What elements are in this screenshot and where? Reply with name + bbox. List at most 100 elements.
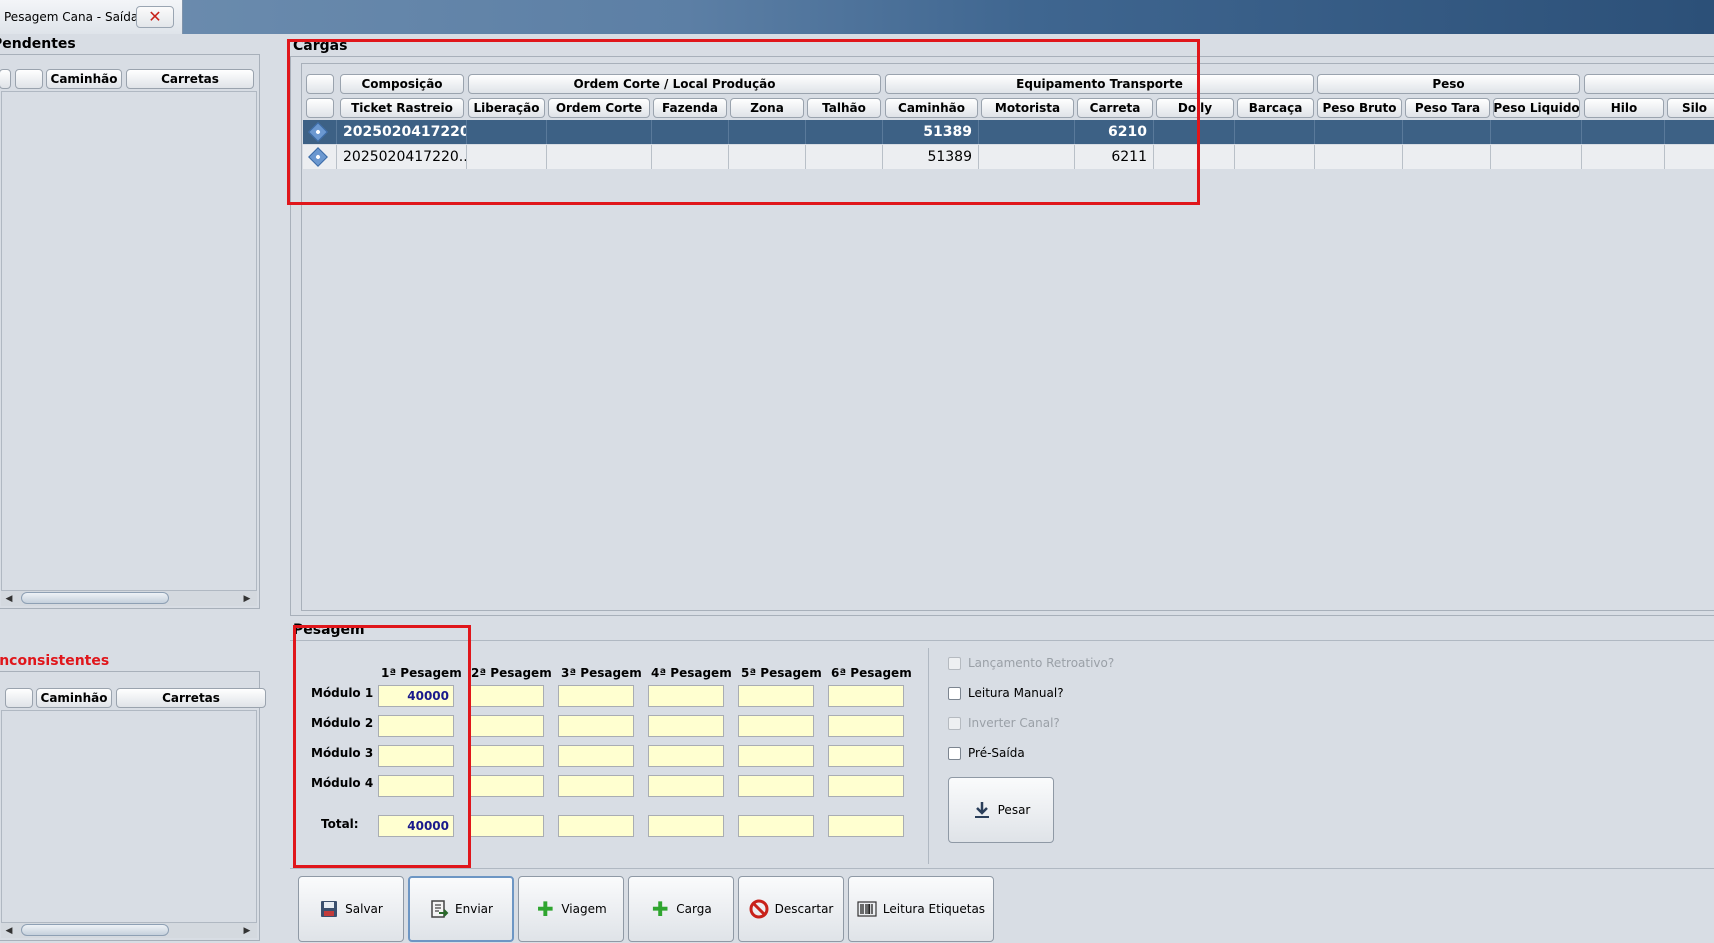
cargas-col-dolly[interactable]: Dolly: [1156, 98, 1234, 118]
cargas-col-motorista[interactable]: Motorista: [981, 98, 1074, 118]
cargas-group-peso[interactable]: Peso: [1317, 74, 1580, 94]
download-icon: [972, 800, 992, 820]
inconsistentes-col-0[interactable]: [5, 688, 33, 708]
leitura-manual-checkbox[interactable]: Leitura Manual?: [948, 686, 1064, 700]
cell-ordem-corte: [547, 120, 652, 144]
carga-button[interactable]: ✚ Carga: [628, 876, 734, 942]
modulo-3-pesagem-2[interactable]: [468, 745, 544, 767]
cargas-group-5[interactable]: [1584, 74, 1714, 94]
modulo-1-pesagem-3[interactable]: [558, 685, 634, 707]
cell-barcaca: [1235, 120, 1315, 144]
cargas-col-liberacao[interactable]: Liberação: [468, 98, 545, 118]
pendentes-col-0[interactable]: [0, 69, 11, 89]
lancamento-retroativo-checkbox[interactable]: Lançamento Retroativo?: [948, 656, 1114, 670]
close-icon[interactable]: ✕: [136, 6, 174, 28]
modulo-2-pesagem-5[interactable]: [738, 715, 814, 737]
cell-carreta: 6210: [1075, 120, 1154, 144]
cargas-col-icon[interactable]: [306, 98, 334, 118]
modulo-2-pesagem-1[interactable]: [378, 715, 454, 737]
modulo-4-pesagem-5[interactable]: [738, 775, 814, 797]
checkbox-box[interactable]: [948, 656, 961, 670]
inconsistentes-hscroll[interactable]: ◀ ▶: [1, 922, 257, 938]
modulo-3-pesagem-4[interactable]: [648, 745, 724, 767]
pendentes-col-carretas[interactable]: Carretas: [126, 69, 254, 89]
tab-title: Pesagem Cana - Saída: [4, 10, 139, 24]
scroll-thumb[interactable]: [21, 924, 169, 936]
modulo-3-pesagem-5[interactable]: [738, 745, 814, 767]
cargas-group-composicao[interactable]: Composição: [340, 74, 464, 94]
modulo-1-pesagem-1[interactable]: 40000: [378, 685, 454, 707]
row-status-icon: [303, 120, 337, 144]
cargas-group-ordem-corte[interactable]: Ordem Corte / Local Produção: [468, 74, 881, 94]
salvar-button[interactable]: Salvar: [298, 876, 404, 942]
cargas-col-carreta[interactable]: Carreta: [1077, 98, 1153, 118]
modulo-4-pesagem-2[interactable]: [468, 775, 544, 797]
pendentes-col-caminhao[interactable]: Caminhão: [46, 69, 122, 89]
modulo-3-label: Módulo 3: [311, 746, 374, 760]
cargas-col-silo[interactable]: Silo: [1667, 98, 1714, 118]
modulo-4-pesagem-6[interactable]: [828, 775, 904, 797]
pesar-button[interactable]: Pesar: [948, 777, 1054, 843]
modulo-2-pesagem-2[interactable]: [468, 715, 544, 737]
cell-hilo: [1582, 145, 1665, 169]
total-label: Total:: [321, 817, 359, 831]
cargas-group-0[interactable]: [306, 74, 334, 94]
cargas-group-equipamento[interactable]: Equipamento Transporte: [885, 74, 1314, 94]
inconsistentes-list: [1, 710, 257, 928]
checkbox-box[interactable]: [948, 746, 961, 760]
inconsistentes-col-carretas[interactable]: Carretas: [116, 688, 266, 708]
leitura-etiquetas-button[interactable]: Leitura Etiquetas: [848, 876, 994, 942]
scroll-right-icon[interactable]: ▶: [241, 593, 253, 605]
inverter-canal-checkbox[interactable]: Inverter Canal?: [948, 716, 1060, 730]
cargas-col-ticket[interactable]: Ticket Rastreio: [340, 98, 464, 118]
cell-motorista: [979, 145, 1075, 169]
pendentes-hscroll[interactable]: ◀ ▶: [1, 590, 257, 606]
modulo-4-pesagem-3[interactable]: [558, 775, 634, 797]
descartar-button[interactable]: Descartar: [738, 876, 844, 942]
inconsistentes-col-caminhao[interactable]: Caminhão: [36, 688, 112, 708]
cargas-col-barcaca[interactable]: Barcaça: [1237, 98, 1314, 118]
modulo-1-pesagem-5[interactable]: [738, 685, 814, 707]
cell-dolly: [1154, 145, 1235, 169]
pesagem-divider: [290, 640, 1714, 641]
cargas-col-peso-tara[interactable]: Peso Tara: [1405, 98, 1490, 118]
scroll-thumb[interactable]: [21, 592, 169, 604]
table-row[interactable]: 2025020417220... 51389 6211: [303, 145, 1714, 169]
scroll-left-icon[interactable]: ◀: [3, 925, 15, 937]
cargas-col-fazenda[interactable]: Fazenda: [653, 98, 727, 118]
cargas-col-peso-liquido[interactable]: Peso Liquido: [1493, 98, 1580, 118]
cell-liberacao: [467, 145, 547, 169]
tab-pesagem-cana-saida[interactable]: Pesagem Cana - Saída ✕: [0, 0, 183, 34]
cell-liberacao: [467, 120, 547, 144]
modulo-2-pesagem-3[interactable]: [558, 715, 634, 737]
scroll-left-icon[interactable]: ◀: [3, 593, 15, 605]
modulo-4-pesagem-1[interactable]: [378, 775, 454, 797]
modulo-1-pesagem-2[interactable]: [468, 685, 544, 707]
modulo-3-pesagem-3[interactable]: [558, 745, 634, 767]
cargas-col-ordem-corte[interactable]: Ordem Corte: [548, 98, 650, 118]
pendentes-title: Pendentes: [0, 36, 76, 52]
cargas-col-hilo[interactable]: Hilo: [1584, 98, 1664, 118]
enviar-button[interactable]: Enviar: [408, 876, 514, 942]
cargas-col-talhao[interactable]: Talhão: [807, 98, 881, 118]
modulo-2-pesagem-4[interactable]: [648, 715, 724, 737]
pendentes-col-1[interactable]: [15, 69, 43, 89]
modulo-2-pesagem-6[interactable]: [828, 715, 904, 737]
table-row[interactable]: 2025020417220... 51389 6210: [303, 120, 1714, 144]
cargas-col-zona[interactable]: Zona: [730, 98, 804, 118]
checkbox-box[interactable]: [948, 686, 961, 700]
modulo-1-pesagem-4[interactable]: [648, 685, 724, 707]
modulo-4-pesagem-4[interactable]: [648, 775, 724, 797]
cell-peso-bruto: [1315, 120, 1403, 144]
total-pesagem-4: [648, 815, 724, 837]
cargas-col-peso-bruto[interactable]: Peso Bruto: [1317, 98, 1402, 118]
scroll-right-icon[interactable]: ▶: [241, 925, 253, 937]
modulo-3-pesagem-6[interactable]: [828, 745, 904, 767]
modulo-1-pesagem-6[interactable]: [828, 685, 904, 707]
checkbox-box[interactable]: [948, 716, 961, 730]
cargas-col-caminhao[interactable]: Caminhão: [885, 98, 978, 118]
cell-dolly: [1154, 120, 1235, 144]
pre-saida-checkbox[interactable]: Pré-Saída: [948, 746, 1025, 760]
modulo-3-pesagem-1[interactable]: [378, 745, 454, 767]
viagem-button[interactable]: ✚ Viagem: [518, 876, 624, 942]
